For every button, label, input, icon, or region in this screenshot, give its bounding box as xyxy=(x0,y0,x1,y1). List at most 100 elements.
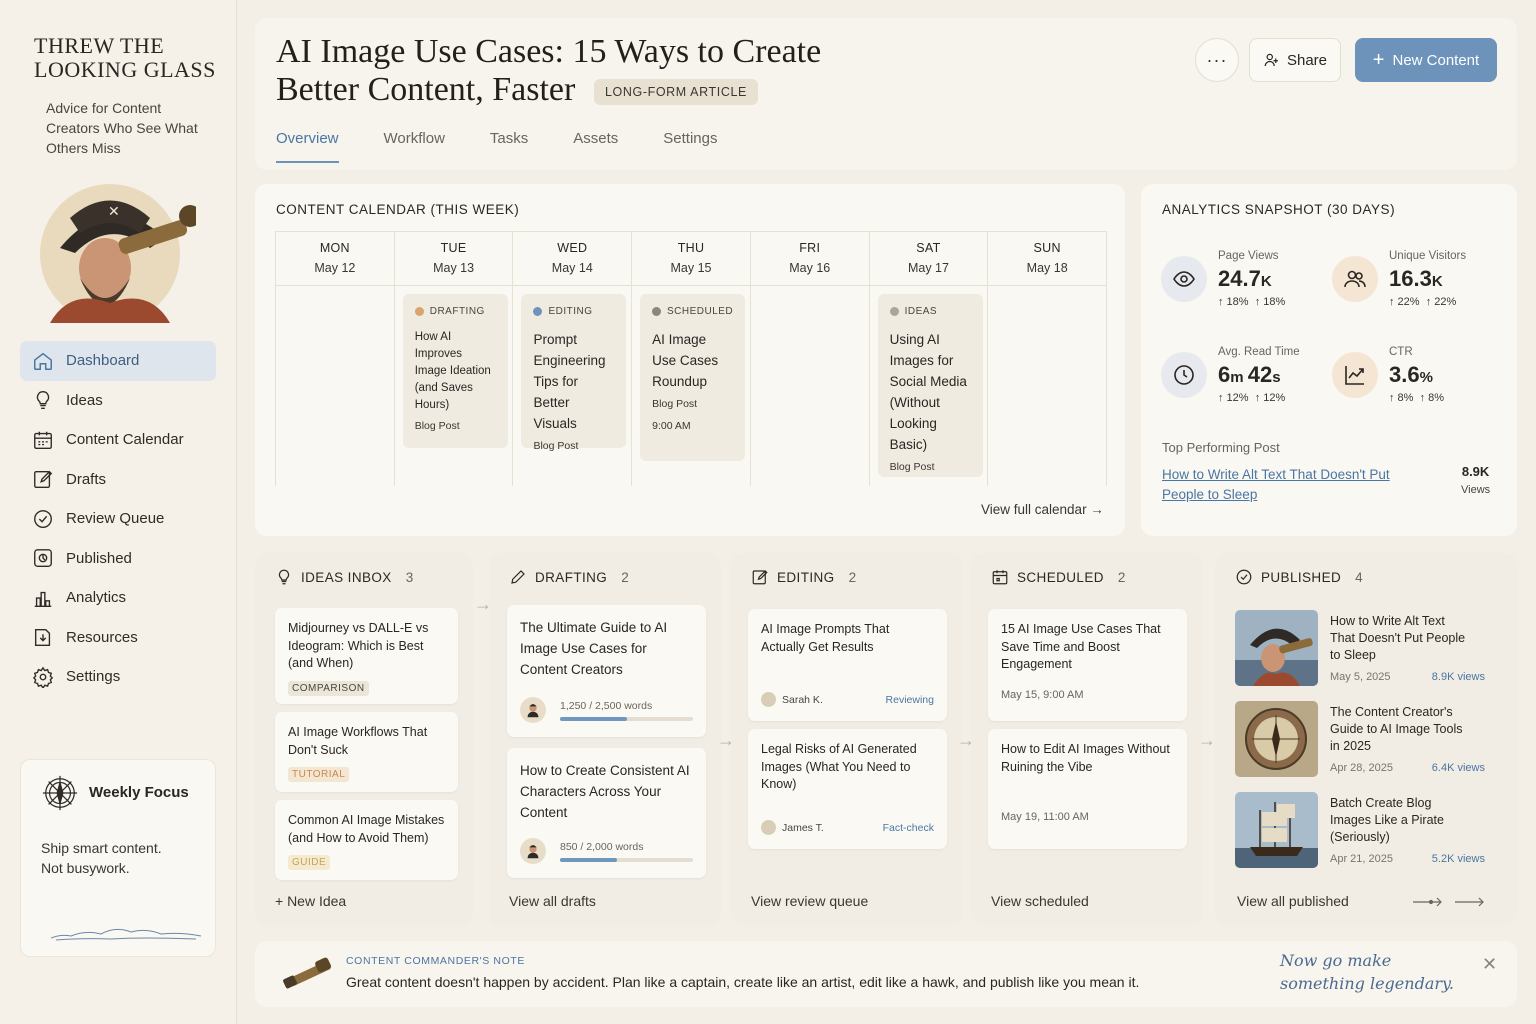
event-status: EDITING xyxy=(548,306,593,317)
column-count: 3 xyxy=(405,569,414,585)
more-icon: ··· xyxy=(1206,49,1228,70)
new-idea-button[interactable]: + New Idea xyxy=(275,893,346,909)
calendar-day-mon[interactable]: MON May 12 xyxy=(276,232,395,486)
gear-icon xyxy=(32,666,54,688)
published-views: 8.9K views xyxy=(1431,671,1485,683)
draft-card[interactable]: The Ultimate Guide to AI Image Use Cases… xyxy=(507,605,706,737)
arrow-decoration-icon xyxy=(1413,897,1484,907)
progress-fill xyxy=(560,858,617,862)
change-value: ↑ 12% xyxy=(1254,392,1286,404)
event-status: IDEAS xyxy=(904,306,938,317)
review-status: Reviewing xyxy=(885,693,934,706)
calendar-event[interactable]: EDITING Prompt Engineering Tips for Bett… xyxy=(521,294,627,452)
sidebar-item-label: Analytics xyxy=(66,589,127,607)
published-item[interactable]: The Content Creator's Guide to AI Image … xyxy=(1235,701,1485,777)
event-type: Blog Post xyxy=(652,398,698,410)
column-title: PUBLISHED xyxy=(1261,569,1342,585)
sidebar-item-settings[interactable]: Settings xyxy=(20,657,216,697)
tab-tasks[interactable]: Tasks xyxy=(490,130,528,163)
flow-arrow-icon: → xyxy=(1198,730,1216,750)
event-type: Blog Post xyxy=(533,440,579,452)
idea-card[interactable]: AI Image Workflows That Don't Suck TUTOR… xyxy=(275,712,458,792)
sidebar-item-analytics[interactable]: Analytics xyxy=(20,578,216,618)
calendar-day-fri[interactable]: FRI May 16 xyxy=(750,232,870,486)
status-dot xyxy=(533,307,543,316)
idea-card[interactable]: Common AI Image Mistakes (and How to Avo… xyxy=(275,800,458,880)
calendar-day-thu[interactable]: THU May 15 SCHEDULED AI Image Use Cases R… xyxy=(632,232,751,486)
event-type: Blog Post xyxy=(414,420,460,432)
sidebar-item-content-calendar[interactable]: Content Calendar xyxy=(20,420,216,460)
word-count: 850 / 2,000 words xyxy=(560,841,644,853)
editing-card[interactable]: Legal Risks of AI Generated Images (What… xyxy=(748,729,947,849)
scheduled-card[interactable]: How to Edit AI Images Without Ruining th… xyxy=(988,729,1187,849)
tab-settings[interactable]: Settings xyxy=(663,130,717,163)
tab-workflow[interactable]: Workflow xyxy=(384,130,445,163)
change-value: ↑ 18% xyxy=(1218,296,1249,308)
new-content-button[interactable]: + New Content xyxy=(1355,38,1497,82)
tab-assets[interactable]: Assets xyxy=(573,130,618,163)
reviewer-name: James T. xyxy=(782,821,824,834)
calendar-day-sun[interactable]: SUN May 18 xyxy=(988,232,1107,486)
share-button[interactable]: Share xyxy=(1249,38,1341,82)
metric-label: Unique Visitors xyxy=(1389,250,1467,262)
view-all-drafts-link[interactable]: View all drafts xyxy=(509,893,596,909)
bar-chart-icon xyxy=(32,587,54,609)
close-icon[interactable]: ✕ xyxy=(1482,954,1497,975)
card-title: Legal Risks of AI Generated Images (What… xyxy=(761,742,917,791)
brand-title: THREW THE LOOKING GLASS xyxy=(34,33,216,82)
reviewer-avatar xyxy=(761,820,776,835)
card-title: Common AI Image Mistakes (and How to Avo… xyxy=(288,813,445,845)
calendar-title: CONTENT CALENDAR (THIS WEEK) xyxy=(276,202,520,217)
change-value: ↑ 8% xyxy=(1419,392,1445,404)
published-item[interactable]: Batch Create Blog Images Like a Pirate (… xyxy=(1235,792,1485,868)
tab-overview[interactable]: Overview xyxy=(276,130,339,163)
sidebar-item-published[interactable]: Published xyxy=(20,539,216,579)
sidebar-item-dashboard[interactable]: Dashboard xyxy=(20,341,216,381)
analytics-title: ANALYTICS SNAPSHOT (30 DAYS) xyxy=(1162,202,1396,217)
published-title: Batch Create Blog Images Like a Pirate (… xyxy=(1330,796,1444,844)
check-circle-icon xyxy=(32,508,54,530)
edit-icon xyxy=(752,570,768,585)
idea-card[interactable]: Midjourney vs DALL-E vs Ideogram: Which … xyxy=(275,608,458,704)
calendar-event[interactable]: IDEAS Using AI Images for Social Media (… xyxy=(877,294,983,477)
top-post-link[interactable]: How to Write Alt Text That Doesn't Put P… xyxy=(1162,465,1412,505)
editing-card[interactable]: AI Image Prompts That Actually Get Resul… xyxy=(748,609,947,721)
card-title: Midjourney vs DALL-E vs Ideogram: Which … xyxy=(288,621,429,670)
sidebar-item-ideas[interactable]: Ideas xyxy=(20,381,216,421)
metric-value: 16.3K xyxy=(1389,266,1443,292)
metric-unit: K xyxy=(1260,273,1272,290)
sidebar-item-review-queue[interactable]: Review Queue xyxy=(20,499,216,539)
metric-label: CTR xyxy=(1389,346,1413,358)
sidebar-item-label: Dashboard xyxy=(66,352,140,370)
metric-avg-read-time: Avg. Read Time 6m 42s ↑ 12% ↑ 12% xyxy=(1161,346,1321,416)
clock-icon xyxy=(1161,352,1207,398)
draft-card[interactable]: How to Create Consistent AI Characters A… xyxy=(507,748,706,878)
scheduled-time: May 15, 9:00 AM xyxy=(1001,689,1084,701)
day-date: May 13 xyxy=(433,261,475,275)
calendar-day-wed[interactable]: WED May 14 EDITING Prompt Engineering Tip… xyxy=(513,232,633,486)
reviewer-avatar xyxy=(761,692,776,707)
sidebar-item-drafts[interactable]: Drafts xyxy=(20,460,216,500)
scheduled-card[interactable]: 15 AI Image Use Cases That Save Time and… xyxy=(988,609,1187,721)
metric-change: ↑ 22% ↑ 22% xyxy=(1389,296,1456,308)
calendar-day-sat[interactable]: SAT May 17 IDEAS Using AI Images for Soci… xyxy=(869,232,989,486)
card-title: AI Image Workflows That Don't Suck xyxy=(288,725,428,757)
view-review-queue-link[interactable]: View review queue xyxy=(751,893,868,909)
calendar-event[interactable]: DRAFTING How AI Improves Image Ideation … xyxy=(402,294,508,448)
published-item[interactable]: How to Write Alt Text That Doesn't Put P… xyxy=(1235,610,1485,686)
more-options-button[interactable]: ··· xyxy=(1195,38,1239,82)
calendar-day-tue[interactable]: TUE May 13 DRAFTING How AI Improves Image… xyxy=(394,232,514,486)
calendar-event[interactable]: SCHEDULED AI Image Use Cases Roundup Blo… xyxy=(640,294,746,461)
note-signature: Now go make something legendary. xyxy=(1280,951,1454,993)
view-scheduled-link[interactable]: View scheduled xyxy=(991,893,1089,909)
view-all-published-link[interactable]: View all published xyxy=(1237,893,1349,909)
author-avatar xyxy=(520,697,546,723)
view-full-calendar-link[interactable]: View full calendar → xyxy=(981,502,1104,517)
card-title: AI Image Prompts That Actually Get Resul… xyxy=(761,622,890,654)
sidebar-item-resources[interactable]: Resources xyxy=(20,618,216,658)
sidebar-item-label: Published xyxy=(66,549,132,567)
share-users-icon xyxy=(1264,53,1278,67)
commander-note-banner: CONTENT COMMANDER'S NOTE Great content d… xyxy=(255,941,1517,1007)
note-label: CONTENT COMMANDER'S NOTE xyxy=(346,955,525,967)
pirate-thumbnail-image xyxy=(1235,610,1318,686)
